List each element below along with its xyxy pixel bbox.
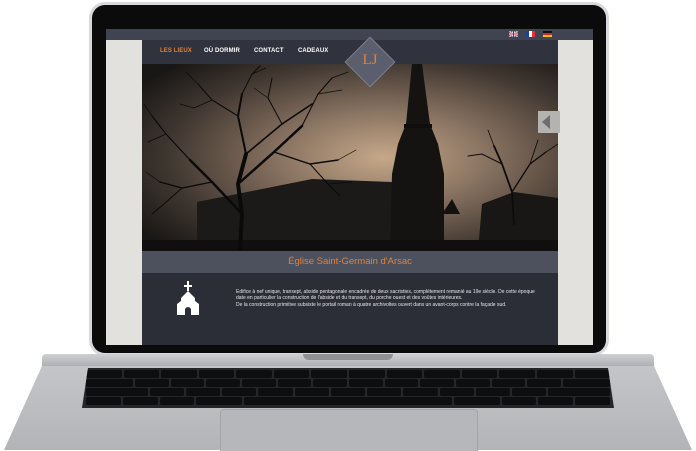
place-description: Edifice à nef unique, transept, abside p… xyxy=(236,289,536,308)
nav-item-les-lieux[interactable]: LES LIEUX xyxy=(160,48,192,54)
church-icon xyxy=(177,281,199,315)
key-row xyxy=(82,370,614,378)
key-row xyxy=(82,397,614,405)
description-paragraph: De la construction primitive subsiste le… xyxy=(236,301,507,308)
place-description-section: Edifice à nef unique, transept, abside p… xyxy=(142,273,558,345)
place-title-bar: Église Saint-Germain d'Arsac xyxy=(142,251,558,273)
description-paragraph: Edifice à nef unique, transept, abside p… xyxy=(236,289,535,302)
nav-item-ou-dormir[interactable]: OÙ DORMIR xyxy=(204,48,240,54)
english-flag-icon[interactable] xyxy=(509,31,518,37)
site-container: LES LIEUX OÙ DORMIR CONTACT CADEAUX LJ É… xyxy=(142,36,558,345)
trackpad xyxy=(220,409,478,451)
place-title: Église Saint-Germain d'Arsac xyxy=(288,256,412,267)
french-flag-icon[interactable] xyxy=(526,31,535,37)
laptop-notch xyxy=(303,354,393,360)
key-row xyxy=(82,379,614,387)
site-logo-text: LJ xyxy=(362,52,378,68)
nav-item-cadeaux[interactable]: CADEAUX xyxy=(298,48,328,54)
church-silhouette-photo xyxy=(142,64,558,251)
nav-item-contact[interactable]: CONTACT xyxy=(254,48,284,54)
slider-next-button[interactable] xyxy=(538,111,560,133)
key-row xyxy=(82,388,614,396)
website-screen: LES LIEUX OÙ DORMIR CONTACT CADEAUX LJ É… xyxy=(106,29,593,345)
keyboard xyxy=(82,368,614,408)
hero-image xyxy=(142,64,558,251)
german-flag-icon[interactable] xyxy=(543,31,552,37)
language-bar xyxy=(106,29,593,40)
chevron-left-icon xyxy=(542,115,550,129)
